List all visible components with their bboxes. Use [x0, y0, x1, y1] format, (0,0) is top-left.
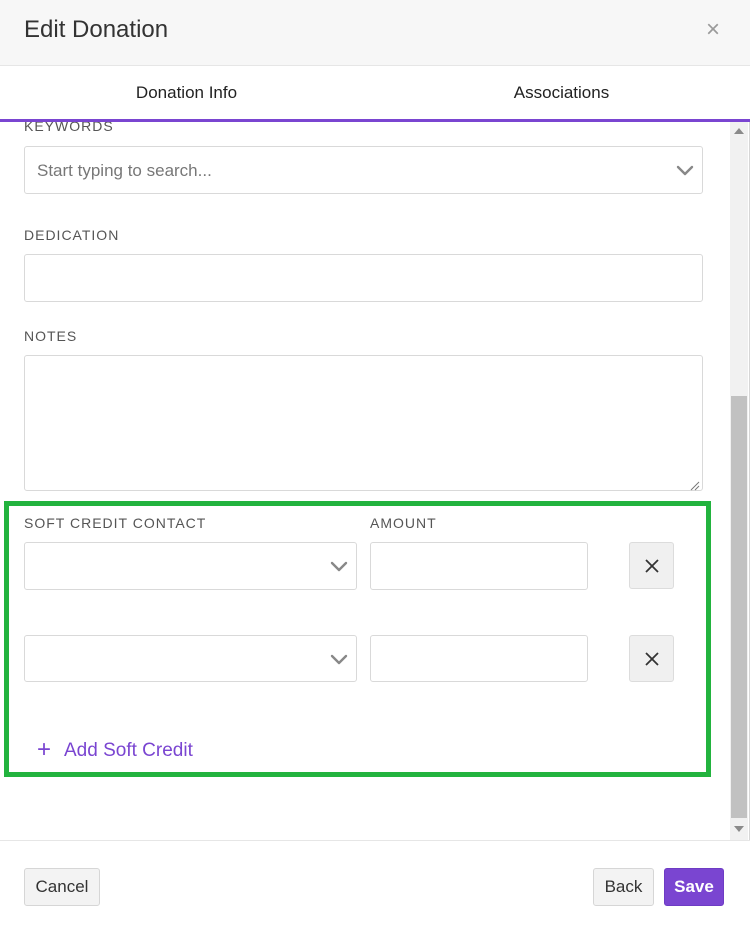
modal-title: Edit Donation: [24, 16, 169, 43]
back-button[interactable]: Back: [593, 868, 654, 906]
tab-bar: Donation Info Associations: [0, 66, 750, 122]
dedication-label: DEDICATION: [24, 227, 120, 243]
keywords-label: KEYWORDS: [24, 122, 114, 134]
chevron-down-icon: [330, 558, 348, 576]
modal-footer: Cancel Back Save: [0, 840, 750, 932]
close-icon: [645, 559, 659, 573]
tab-associations[interactable]: Associations: [373, 66, 750, 120]
keywords-select[interactable]: Start typing to search...: [24, 146, 703, 194]
plus-icon: +: [37, 736, 52, 763]
soft-credit-contact-select[interactable]: [24, 542, 357, 590]
cancel-button[interactable]: Cancel: [24, 868, 100, 906]
form-scroll-area: KEYWORDS Start typing to search... DEDIC…: [0, 122, 730, 840]
soft-credit-contact-label: SOFT CREDIT CONTACT: [24, 515, 207, 531]
keywords-placeholder: Start typing to search...: [37, 161, 212, 180]
remove-soft-credit-button[interactable]: [629, 635, 674, 682]
save-button[interactable]: Save: [664, 868, 724, 906]
add-soft-credit-button[interactable]: + Add Soft Credit: [37, 736, 193, 763]
scrollbar-thumb[interactable]: [731, 396, 747, 818]
add-soft-credit-label: Add Soft Credit: [64, 740, 193, 761]
soft-credit-amount-input[interactable]: [370, 542, 588, 590]
amount-label: AMOUNT: [370, 515, 437, 531]
close-icon[interactable]: ×: [702, 18, 724, 42]
edit-donation-modal: Edit Donation × Donation Info Associatio…: [0, 0, 750, 932]
scroll-up-arrow-icon[interactable]: [734, 128, 744, 134]
modal-header: Edit Donation ×: [0, 0, 750, 66]
remove-soft-credit-button[interactable]: [629, 542, 674, 589]
tab-donation-info[interactable]: Donation Info: [0, 66, 373, 120]
dedication-input[interactable]: [24, 254, 703, 302]
soft-credit-amount-input[interactable]: [370, 635, 588, 682]
chevron-down-icon: [676, 162, 694, 180]
close-icon: [645, 652, 659, 666]
resize-handle-icon[interactable]: [690, 478, 700, 491]
notes-textarea[interactable]: [24, 355, 703, 491]
chevron-down-icon: [330, 651, 348, 669]
notes-label: NOTES: [24, 328, 78, 344]
vertical-scrollbar[interactable]: [730, 122, 748, 840]
scroll-down-arrow-icon[interactable]: [734, 826, 744, 832]
soft-credit-contact-select[interactable]: [24, 635, 357, 682]
